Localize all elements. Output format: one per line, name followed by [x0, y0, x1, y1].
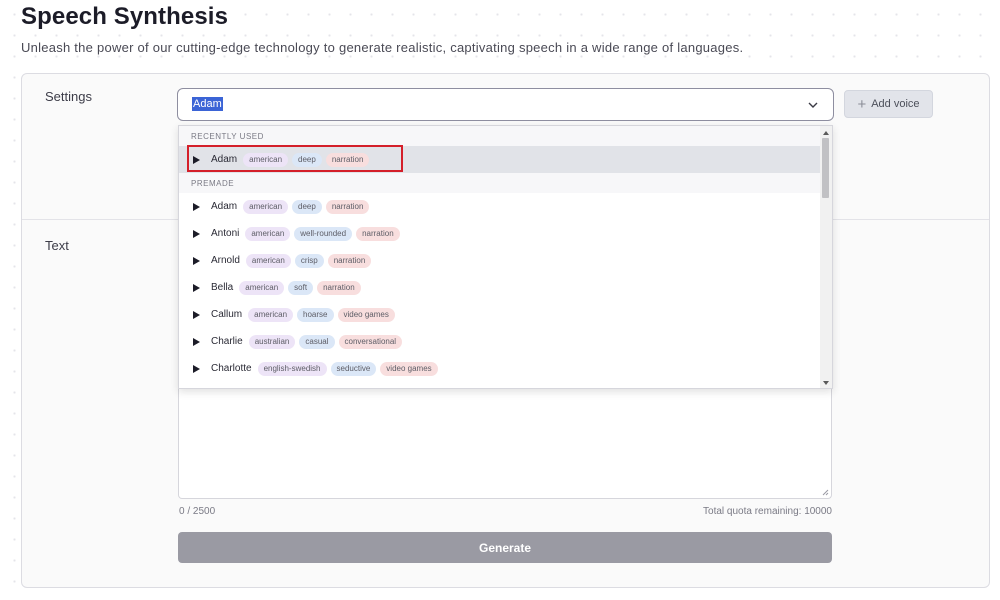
- text-label: Text: [45, 238, 69, 253]
- voice-name: Adam: [211, 201, 238, 212]
- settings-label: Settings: [45, 89, 92, 104]
- description-tag: hoarse: [297, 307, 334, 322]
- play-icon[interactable]: [193, 364, 200, 373]
- voice-option-bella[interactable]: Bella american soft narration: [179, 274, 822, 301]
- accent-tag: american: [248, 307, 294, 322]
- generate-button[interactable]: Generate: [178, 532, 832, 563]
- page-title: Speech Synthesis: [21, 3, 229, 30]
- dropdown-scrollbar[interactable]: [820, 126, 832, 388]
- scroll-up-arrow-icon[interactable]: [823, 131, 829, 135]
- description-tag: soft: [288, 280, 314, 295]
- text-input[interactable]: [178, 388, 832, 499]
- group-label-premade: PREMADE: [179, 173, 822, 193]
- page-subtitle: Unleash the power of our cutting-edge te…: [21, 40, 744, 55]
- voice-option-antoni[interactable]: Antoni american well-rounded narration: [179, 220, 822, 247]
- use-case-tag: narration: [317, 280, 361, 295]
- play-icon[interactable]: [193, 256, 200, 265]
- voice-select[interactable]: Adam: [177, 88, 834, 121]
- play-icon[interactable]: [193, 337, 200, 346]
- accent-tag: australian: [248, 334, 296, 349]
- plus-icon: +: [857, 95, 867, 113]
- play-icon[interactable]: [193, 229, 200, 238]
- add-voice-label: Add voice: [871, 98, 920, 110]
- voice-option-callum[interactable]: Callum american hoarse video games: [179, 301, 822, 328]
- scroll-down-arrow-icon[interactable]: [823, 381, 829, 385]
- accent-tag: american: [243, 199, 289, 214]
- add-voice-button[interactable]: + Add voice: [844, 90, 933, 118]
- use-case-tag: narration: [356, 226, 400, 241]
- play-icon[interactable]: [193, 283, 200, 292]
- accent-tag: american: [239, 280, 285, 295]
- use-case-tag: conversational: [338, 334, 403, 349]
- highlight-box: [187, 145, 403, 172]
- description-tag: seductive: [330, 361, 377, 376]
- group-label-recent: RECENTLY USED: [179, 126, 822, 146]
- accent-tag: english-swedish: [257, 361, 327, 376]
- play-icon[interactable]: [193, 310, 200, 319]
- use-case-tag: narration: [325, 199, 370, 214]
- chevron-down-icon: [808, 102, 818, 108]
- play-icon[interactable]: [193, 202, 200, 211]
- voice-option-adam[interactable]: Adam american deep narration: [179, 193, 822, 220]
- scrollbar-thumb[interactable]: [822, 138, 829, 198]
- voice-option-arnold[interactable]: Arnold american crisp narration: [179, 247, 822, 274]
- description-tag: crisp: [294, 253, 324, 268]
- description-tag: deep: [292, 199, 322, 214]
- voice-name: Callum: [211, 309, 243, 320]
- voice-name: Antoni: [211, 228, 240, 239]
- voice-option-charlie[interactable]: Charlie australian casual conversational: [179, 328, 822, 355]
- accent-tag: american: [245, 253, 291, 268]
- voice-name: Bella: [211, 282, 234, 293]
- use-case-tag: video games: [380, 361, 438, 376]
- voice-select-value[interactable]: Adam: [192, 97, 223, 111]
- accent-tag: american: [245, 226, 291, 241]
- voice-name: Charlie: [211, 336, 243, 347]
- use-case-tag: video games: [337, 307, 395, 322]
- use-case-tag: narration: [327, 253, 372, 268]
- description-tag: casual: [299, 334, 335, 349]
- voice-option-charlotte[interactable]: Charlotte english-swedish seductive vide…: [179, 355, 822, 382]
- description-tag: well-rounded: [294, 226, 353, 241]
- resize-handle-icon[interactable]: [822, 489, 829, 496]
- voice-name: Arnold: [211, 255, 240, 266]
- char-count: 0 / 2500: [179, 506, 216, 517]
- quota-remaining: Total quota remaining: 10000: [703, 506, 832, 517]
- voice-name: Charlotte: [211, 363, 252, 374]
